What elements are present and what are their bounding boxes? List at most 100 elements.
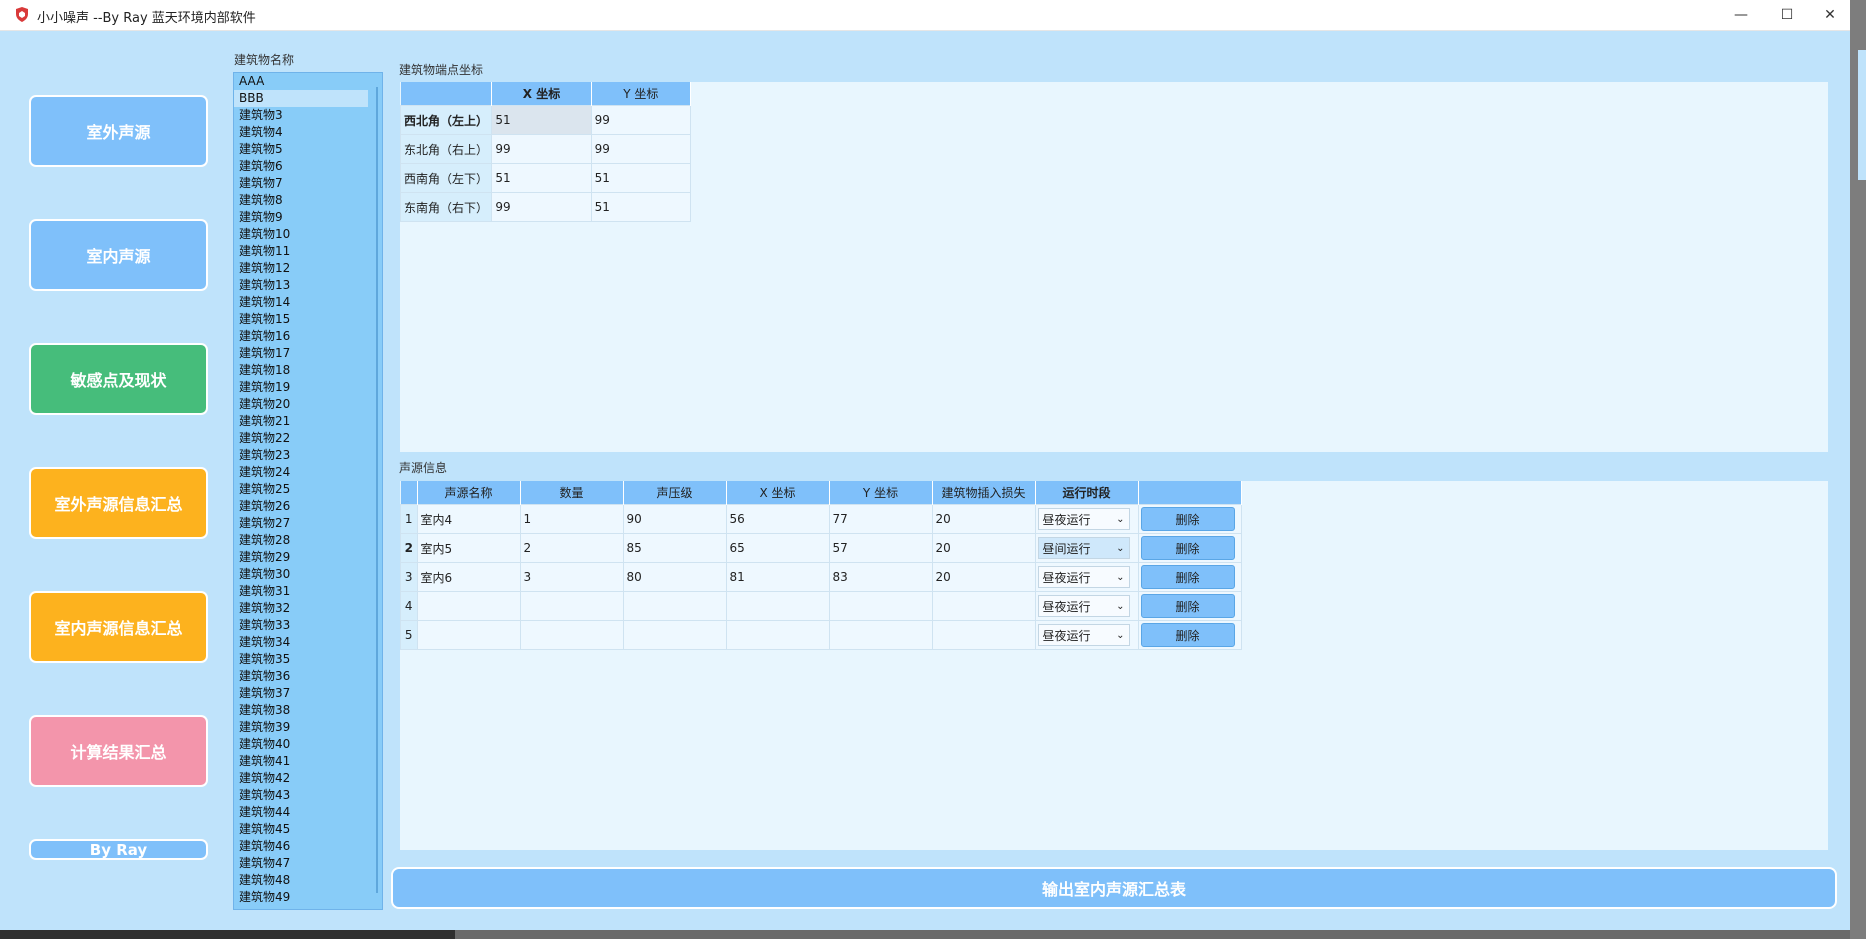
building-list-item[interactable]: 建筑物7 [234, 175, 382, 192]
building-list-item[interactable]: 建筑物5 [234, 141, 382, 158]
building-list-item[interactable]: 建筑物41 [234, 753, 382, 770]
source-name-cell[interactable] [416, 620, 521, 650]
export-summary-button[interactable]: 输出室内声源汇总表 [391, 867, 1837, 909]
y-cell[interactable] [828, 591, 933, 621]
building-list-item[interactable]: 建筑物10 [234, 226, 382, 243]
period-select[interactable]: 昼夜运行 ⌄ [1037, 624, 1130, 646]
building-list-item[interactable]: 建筑物33 [234, 617, 382, 634]
building-list-item[interactable]: 建筑物11 [234, 243, 382, 260]
building-list[interactable]: AAA BBB 建筑物3 建筑物4 建筑物5 建筑物6 建筑物7 建筑物8 建筑物9 建筑物10 建… [233, 72, 383, 910]
building-list-item[interactable]: 建筑物43 [234, 787, 382, 804]
building-list-item[interactable]: 建筑物38 [234, 702, 382, 719]
y-cell[interactable] [828, 620, 933, 650]
building-list-item[interactable]: 建筑物35 [234, 651, 382, 668]
building-list-item[interactable]: 建筑物8 [234, 192, 382, 209]
y-cell[interactable]: 57 [828, 533, 933, 563]
delete-button[interactable]: 删除 [1140, 507, 1235, 531]
building-list-item[interactable]: 建筑物4 [234, 124, 382, 141]
spl-cell[interactable] [622, 591, 727, 621]
delete-button[interactable]: 删除 [1140, 594, 1235, 618]
building-list-item[interactable]: 建筑物28 [234, 532, 382, 549]
y-cell[interactable]: 51 [590, 192, 692, 222]
building-list-item[interactable]: 建筑物18 [234, 362, 382, 379]
close-button[interactable]: ✕ [1810, 0, 1850, 30]
building-list-item[interactable]: 建筑物22 [234, 430, 382, 447]
building-list-item[interactable]: 建筑物20 [234, 396, 382, 413]
x-cell[interactable]: 99 [491, 134, 592, 164]
building-list-item[interactable]: 建筑物16 [234, 328, 382, 345]
quantity-cell[interactable]: 3 [519, 562, 624, 592]
y-cell[interactable]: 77 [828, 504, 933, 534]
quantity-cell[interactable] [519, 620, 624, 650]
x-cell[interactable]: 51 [491, 163, 592, 193]
building-list-item[interactable]: 建筑物36 [234, 668, 382, 685]
building-list-item[interactable]: 建筑物6 [234, 158, 382, 175]
building-list-item[interactable]: 建筑物44 [234, 804, 382, 821]
building-list-item[interactable]: 建筑物21 [234, 413, 382, 430]
insertion-loss-cell[interactable] [931, 620, 1036, 650]
x-cell[interactable]: 51 [491, 105, 592, 135]
building-list-item[interactable]: 建筑物27 [234, 515, 382, 532]
x-cell[interactable]: 81 [725, 562, 830, 592]
quantity-cell[interactable] [519, 591, 624, 621]
building-list-item[interactable]: 建筑物32 [234, 600, 382, 617]
insertion-loss-cell[interactable] [931, 591, 1036, 621]
building-list-item[interactable]: BBB [234, 90, 368, 107]
y-cell[interactable]: 99 [590, 134, 692, 164]
building-list-item[interactable]: 建筑物37 [234, 685, 382, 702]
sensitive-points-button[interactable]: 敏感点及现状 [29, 343, 208, 415]
building-list-item[interactable]: 建筑物23 [234, 447, 382, 464]
maximize-button[interactable]: ☐ [1764, 0, 1810, 30]
building-list-item[interactable]: 建筑物49 [234, 889, 382, 906]
minimize-button[interactable]: — [1718, 0, 1764, 30]
period-select[interactable]: 昼夜运行 ⌄ [1037, 508, 1130, 530]
x-cell[interactable]: 65 [725, 533, 830, 563]
results-summary-button[interactable]: 计算结果汇总 [29, 715, 208, 787]
building-list-item[interactable]: 建筑物29 [234, 549, 382, 566]
source-name-cell[interactable]: 室内6 [416, 562, 521, 592]
source-name-cell[interactable]: 室内5 [416, 533, 521, 563]
period-select[interactable]: 昼间运行 ⌄ [1037, 537, 1130, 559]
building-list-item[interactable]: 建筑物25 [234, 481, 382, 498]
building-list-item[interactable]: 建筑物31 [234, 583, 382, 600]
outdoor-source-button[interactable]: 室外声源 [29, 95, 208, 167]
y-cell[interactable]: 51 [590, 163, 692, 193]
building-list-item[interactable]: AAA [234, 73, 382, 90]
y-cell[interactable]: 99 [590, 105, 692, 135]
building-list-item[interactable]: 建筑物15 [234, 311, 382, 328]
insertion-loss-cell[interactable]: 20 [931, 533, 1036, 563]
spl-cell[interactable] [622, 620, 727, 650]
building-list-item[interactable]: 建筑物17 [234, 345, 382, 362]
x-cell[interactable]: 99 [491, 192, 592, 222]
quantity-cell[interactable]: 1 [519, 504, 624, 534]
delete-button[interactable]: 删除 [1140, 623, 1235, 647]
period-select[interactable]: 昼夜运行 ⌄ [1037, 595, 1130, 617]
building-list-item[interactable]: 建筑物3 [234, 107, 382, 124]
outdoor-summary-button[interactable]: 室外声源信息汇总 [29, 467, 208, 539]
building-list-item[interactable]: 建筑物14 [234, 294, 382, 311]
building-list-item[interactable]: 建筑物45 [234, 821, 382, 838]
x-cell[interactable] [725, 591, 830, 621]
list-scrollbar[interactable] [376, 87, 378, 893]
building-list-item[interactable]: 建筑物24 [234, 464, 382, 481]
insertion-loss-cell[interactable]: 20 [931, 562, 1036, 592]
y-cell[interactable]: 83 [828, 562, 933, 592]
building-list-item[interactable]: 建筑物13 [234, 277, 382, 294]
spl-cell[interactable]: 85 [622, 533, 727, 563]
delete-button[interactable]: 删除 [1140, 565, 1235, 589]
indoor-source-button[interactable]: 室内声源 [29, 219, 208, 291]
spl-cell[interactable]: 80 [622, 562, 727, 592]
building-list-item[interactable]: 建筑物30 [234, 566, 382, 583]
building-list-item[interactable]: 建筑物39 [234, 719, 382, 736]
delete-button[interactable]: 删除 [1140, 536, 1235, 560]
building-list-item[interactable]: 建筑物46 [234, 838, 382, 855]
building-list-item[interactable]: 建筑物34 [234, 634, 382, 651]
indoor-summary-button[interactable]: 室内声源信息汇总 [29, 591, 208, 663]
source-name-cell[interactable] [416, 591, 521, 621]
insertion-loss-cell[interactable]: 20 [931, 504, 1036, 534]
building-list-item[interactable]: 建筑物48 [234, 872, 382, 889]
building-list-item[interactable]: 建筑物47 [234, 855, 382, 872]
building-list-item[interactable]: 建筑物9 [234, 209, 382, 226]
building-list-item[interactable]: 建筑物40 [234, 736, 382, 753]
source-name-cell[interactable]: 室内4 [416, 504, 521, 534]
